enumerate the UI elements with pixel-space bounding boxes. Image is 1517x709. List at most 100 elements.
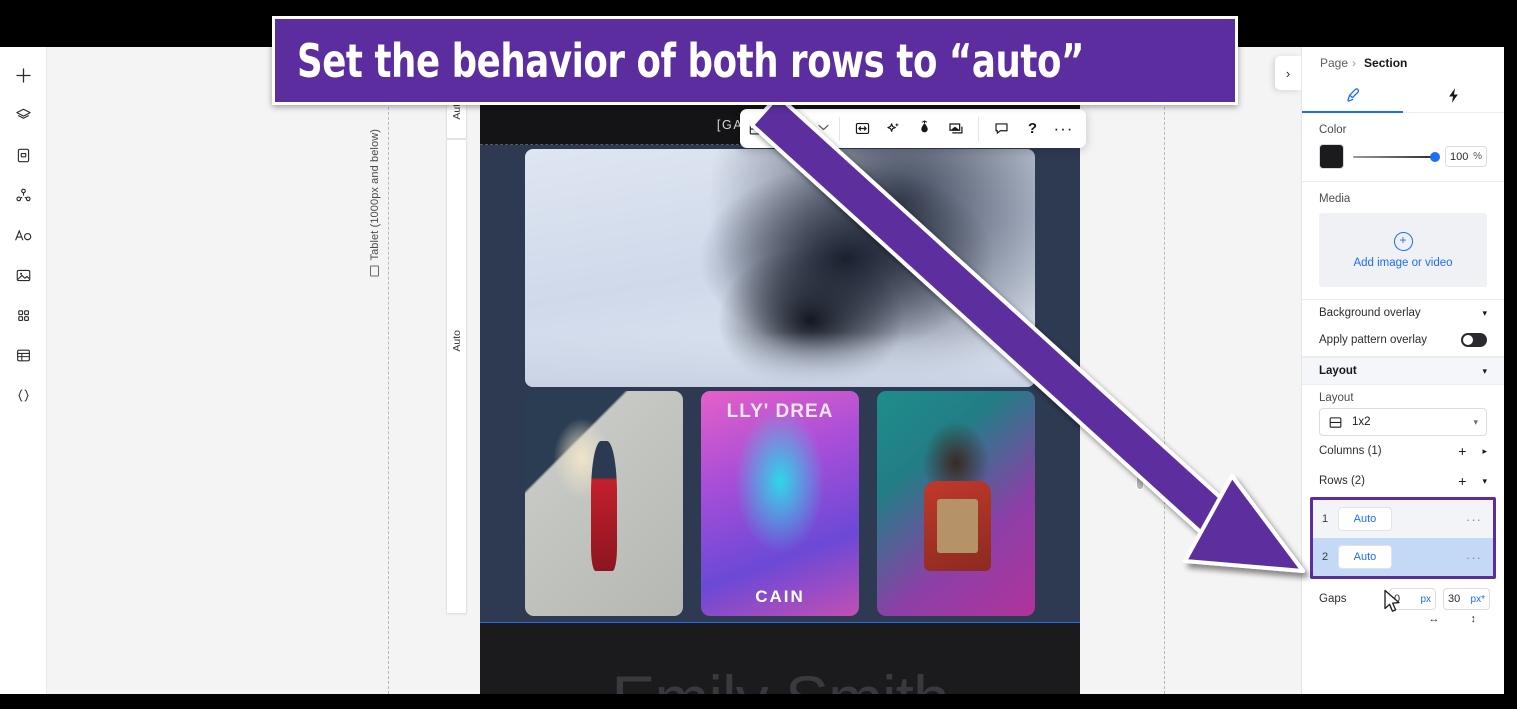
toolbar-meta-group: ? ··· xyxy=(979,109,1086,148)
site-structure-icon[interactable] xyxy=(5,177,41,213)
columns-row[interactable]: Columns (1) + ▸ xyxy=(1302,436,1504,466)
row-item-2[interactable]: 2 Auto ··· xyxy=(1313,538,1493,576)
add-column-button[interactable]: + xyxy=(1458,443,1466,459)
rows-row[interactable]: Rows (2) + ▾ xyxy=(1302,466,1504,494)
hero-image[interactable] xyxy=(525,149,1035,387)
toolbar-tools-group xyxy=(840,109,978,148)
paintbrush-icon xyxy=(1346,87,1359,102)
guide-right xyxy=(1164,47,1165,694)
pages-icon[interactable] xyxy=(5,137,41,173)
tab-interactions[interactable] xyxy=(1403,79,1504,112)
breakpoint-label: Tablet (1000px and below) xyxy=(369,129,381,277)
gallery-row[interactable]: LLY' DREA CAIN xyxy=(480,391,1080,622)
background-overlay-row[interactable]: Background overlay ▾ xyxy=(1302,300,1504,326)
design-dropper-icon[interactable] xyxy=(909,113,940,144)
apply-pattern-overlay-label: Apply pattern overlay xyxy=(1319,334,1428,346)
row-index: 2 xyxy=(1322,551,1329,563)
layout-1x2-icon xyxy=(749,122,763,135)
rows-expand-icon[interactable]: ▾ xyxy=(1482,476,1487,487)
rows-label: Rows (2) xyxy=(1319,475,1366,487)
toolbar-layout-value: 1x2 xyxy=(771,121,792,136)
comment-icon[interactable] xyxy=(986,113,1017,144)
row-behavior-value[interactable]: Auto xyxy=(1338,545,1392,569)
layout-field-label-row: Layout xyxy=(1302,385,1504,408)
apply-pattern-overlay-row: Apply pattern overlay xyxy=(1302,326,1504,357)
columns-label: Columns (1) xyxy=(1319,445,1382,457)
layers-icon[interactable] xyxy=(5,97,41,133)
add-row-button[interactable]: + xyxy=(1458,473,1466,489)
plus-circle-icon: + xyxy=(1393,231,1413,251)
layout-label: Layout xyxy=(1319,392,1354,404)
stretch-icon[interactable] xyxy=(847,113,878,144)
help-icon[interactable]: ? xyxy=(1017,113,1048,144)
footer-name: Emily Smith xyxy=(480,661,1080,694)
tablet-icon xyxy=(370,265,380,277)
layout-select[interactable]: 1x2 ▾ xyxy=(1319,408,1487,436)
opacity-slider[interactable] xyxy=(1353,151,1440,162)
gap-horizontal-unit: px xyxy=(1420,593,1431,605)
chevron-down-icon[interactable] xyxy=(818,123,829,134)
collapse-panel-button[interactable]: › xyxy=(1275,56,1301,90)
add-media-dropzone[interactable]: + Add image or video xyxy=(1319,213,1487,287)
layout-section-header[interactable]: Layout ▾ xyxy=(1302,357,1504,385)
apps-icon[interactable] xyxy=(5,297,41,333)
text-icon[interactable] xyxy=(5,217,41,253)
chevron-down-icon[interactable]: ▾ xyxy=(1482,308,1487,319)
row-menu-icon[interactable]: ··· xyxy=(1466,550,1482,565)
media-label: Media xyxy=(1319,193,1351,205)
inspector-tabs xyxy=(1302,79,1504,113)
color-swatch[interactable] xyxy=(1319,144,1344,169)
media-section: Media + Add image or video xyxy=(1302,182,1504,300)
background-overlay-label: Background overlay xyxy=(1319,307,1421,319)
apply-pattern-overlay-toggle[interactable] xyxy=(1461,333,1487,347)
slider-knob[interactable] xyxy=(1430,151,1440,162)
gallery-card-2[interactable]: LLY' DREA CAIN xyxy=(701,391,859,616)
opacity-value: 100 xyxy=(1450,150,1469,163)
editor-window: Tablet (1000px and below) Auto Auto [GAL… xyxy=(0,47,1504,694)
color-section: Color 100 % xyxy=(1302,113,1504,182)
gap-horizontal-input[interactable]: 0 px xyxy=(1389,588,1436,610)
columns-expand-icon[interactable]: ▸ xyxy=(1482,446,1487,457)
breadcrumb-parent[interactable]: Page xyxy=(1320,56,1348,70)
gaps-row: Gaps 0 px 30 px* xyxy=(1302,579,1504,610)
site-footer: Emily Smith xyxy=(480,624,1080,694)
selection-border-bottom xyxy=(480,622,1080,623)
gap-vertical-input[interactable]: 30 px* xyxy=(1443,588,1490,610)
site-canvas: [GALLERY OF CO ‹ Section LLY' DREA CAIN xyxy=(480,104,1080,694)
row-behavior-value[interactable]: Auto xyxy=(1338,507,1392,531)
layout-select-value: 1x2 xyxy=(1352,416,1371,428)
more-icon[interactable]: ··· xyxy=(1048,113,1079,144)
row-menu-icon[interactable]: ··· xyxy=(1466,512,1482,527)
chevron-down-icon: ▾ xyxy=(1473,416,1478,427)
guide-left xyxy=(388,47,389,694)
gap-vertical-unit: px* xyxy=(1470,593,1485,605)
media-icon[interactable] xyxy=(5,257,41,293)
toolbar-layout-select[interactable]: 1x2 xyxy=(740,121,796,137)
inspector-panel: Page › Section Color 100 % Media + Add i… xyxy=(1301,47,1504,694)
tab-design[interactable] xyxy=(1302,79,1403,113)
ai-sparkle-icon[interactable] xyxy=(878,113,909,144)
floating-toolbar: 1x2 ? ··· xyxy=(740,109,1086,148)
row-ruler-2[interactable]: Auto xyxy=(446,139,467,614)
color-label: Color xyxy=(1319,124,1347,136)
row-index: 1 xyxy=(1322,513,1329,525)
editor-stage: Tablet (1000px and below) Auto Auto [GAL… xyxy=(47,47,1504,694)
chevron-down-icon[interactable]: ▾ xyxy=(1482,366,1487,377)
gallery-card-3[interactable] xyxy=(877,391,1035,616)
breadcrumb: Page › Section xyxy=(1302,47,1504,79)
hero-row[interactable] xyxy=(480,145,1080,391)
opacity-input[interactable]: 100 % xyxy=(1445,146,1487,167)
dev-mode-icon[interactable] xyxy=(5,377,41,413)
shadow-icon[interactable] xyxy=(940,113,971,144)
instruction-banner: Set the behavior of both rows to “auto” xyxy=(272,16,1238,105)
gallery-card-1[interactable] xyxy=(525,391,683,616)
breadcrumb-current: Section xyxy=(1364,56,1408,70)
layout-1x2-icon xyxy=(1329,416,1342,428)
add-icon[interactable] xyxy=(5,57,41,93)
rows-list-highlight: 1 Auto ··· 2 Auto ··· xyxy=(1310,497,1496,579)
cms-icon[interactable] xyxy=(5,337,41,373)
row-item-1[interactable]: 1 Auto ··· xyxy=(1313,500,1493,538)
opacity-unit: % xyxy=(1473,151,1482,162)
resize-handle[interactable] xyxy=(1137,459,1143,489)
layout-section-title: Layout xyxy=(1319,365,1357,377)
